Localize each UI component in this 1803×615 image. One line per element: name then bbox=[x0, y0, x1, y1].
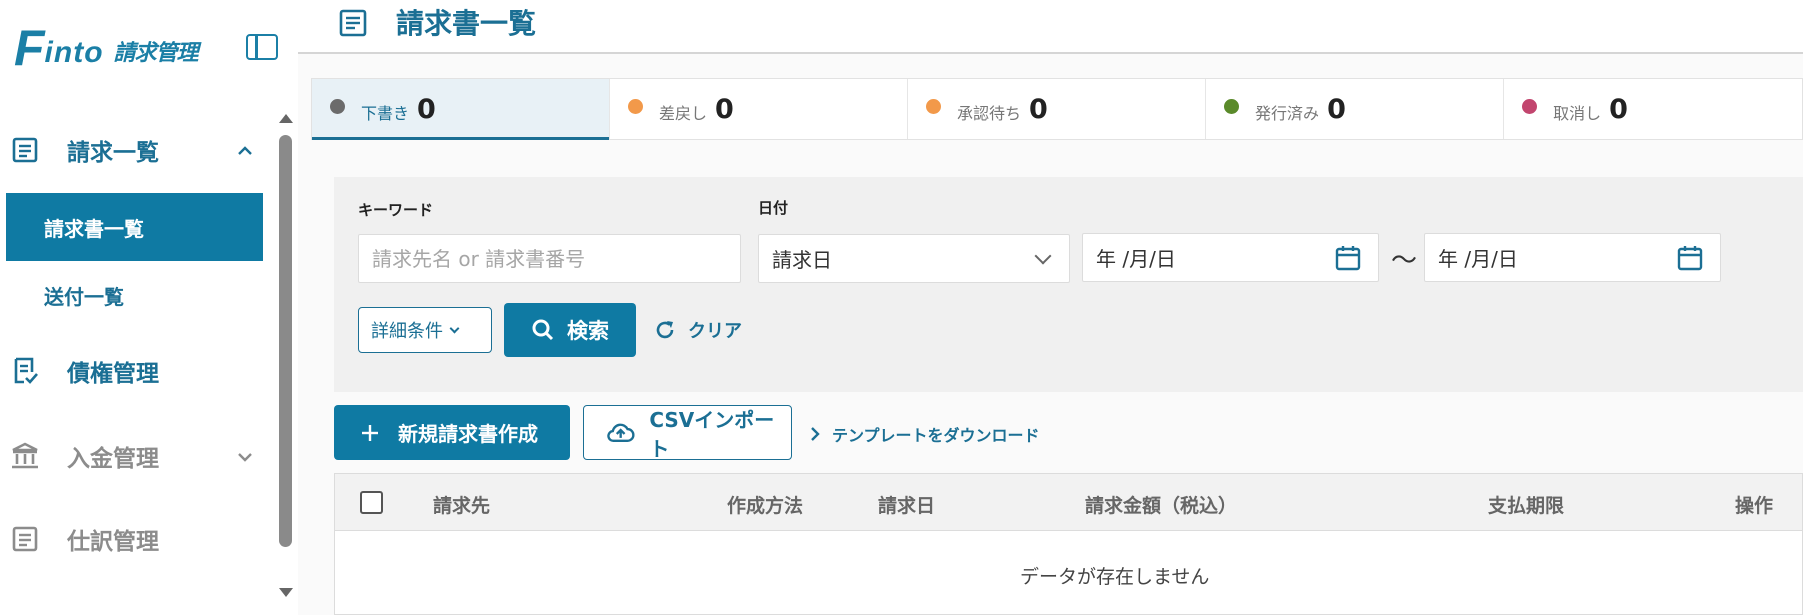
date-type-select[interactable]: 請求日 bbox=[758, 234, 1070, 283]
date-from-field[interactable]: 年 /月/日 bbox=[1082, 233, 1379, 282]
status-tab-cancelled[interactable]: 取消し 0 bbox=[1504, 79, 1802, 139]
status-count: 0 bbox=[1609, 93, 1628, 125]
chevron-up-icon[interactable] bbox=[238, 143, 252, 157]
document-list-icon bbox=[338, 8, 368, 38]
calendar-icon[interactable] bbox=[1676, 244, 1704, 272]
search-button[interactable]: 検索 bbox=[504, 303, 636, 357]
receivable-check-icon bbox=[10, 356, 40, 386]
empty-state-message: データが存在しません bbox=[1020, 566, 1210, 588]
status-tab-issued[interactable]: 発行済み 0 bbox=[1206, 79, 1505, 139]
date-to-placeholder: 年 /月/日 bbox=[1438, 247, 1518, 271]
select-all-checkbox[interactable] bbox=[360, 491, 383, 514]
status-dot bbox=[330, 98, 345, 114]
search-icon bbox=[532, 319, 554, 341]
search-button-label: 検索 bbox=[567, 319, 609, 343]
sidebar-toggle-icon[interactable] bbox=[246, 34, 278, 60]
invoice-table: 請求先 作成方法 請求日 請求金額（税込） 支払期限 操作 データが存在しません bbox=[334, 473, 1803, 615]
status-tabs: 下書き 0 差戻し 0 承認待ち 0 発行済み 0 取消し 0 bbox=[311, 78, 1803, 140]
logo-brand-first: F bbox=[14, 20, 45, 76]
clear-button[interactable]: クリア bbox=[654, 317, 742, 343]
status-label: 承認待ち bbox=[957, 104, 1022, 123]
page-title: 請求書一覧 bbox=[396, 7, 537, 40]
main-content: 請求書一覧 下書き 0 差戻し 0 承認待ち 0 発行済み 0 取消し 0 キー… bbox=[298, 0, 1803, 615]
status-label: 下書き bbox=[361, 104, 410, 123]
status-dot bbox=[628, 98, 644, 114]
range-separator: 〜 bbox=[1391, 246, 1418, 276]
sidebar-scrollbar[interactable] bbox=[278, 110, 294, 615]
chevron-down-icon[interactable] bbox=[238, 449, 252, 463]
detail-conditions-button[interactable]: 詳細条件 bbox=[358, 307, 492, 353]
nav-item-journal[interactable]: 仕訳管理 bbox=[0, 514, 263, 564]
nav-item-receivables[interactable]: 債権管理 bbox=[0, 346, 263, 396]
nav-item-label: 債権管理 bbox=[67, 361, 159, 387]
status-count: 0 bbox=[1029, 93, 1048, 125]
calendar-icon[interactable] bbox=[1334, 244, 1362, 272]
detail-conditions-label: 詳細条件 bbox=[371, 321, 443, 342]
column-header-customer[interactable]: 請求先 bbox=[433, 491, 490, 518]
bank-icon bbox=[10, 441, 40, 471]
chevron-down-icon bbox=[449, 323, 460, 333]
nav-item-label: 仕訳管理 bbox=[67, 529, 159, 555]
page-header: 請求書一覧 bbox=[298, 0, 1803, 54]
sub-item-sent-list[interactable]: 送付一覧 bbox=[6, 261, 263, 329]
date-from-placeholder: 年 /月/日 bbox=[1096, 247, 1176, 271]
template-download-label: テンプレートをダウンロード bbox=[832, 426, 1040, 445]
chevron-down-icon bbox=[1034, 247, 1052, 265]
status-dot bbox=[926, 98, 942, 114]
date-label: 日付 bbox=[758, 199, 789, 217]
column-header-creation-method[interactable]: 作成方法 bbox=[727, 491, 803, 518]
status-count: 0 bbox=[1327, 93, 1346, 125]
table-header: 請求先 作成方法 請求日 請求金額（税込） 支払期限 操作 bbox=[335, 474, 1802, 531]
status-tab-draft[interactable]: 下書き 0 bbox=[312, 79, 611, 140]
column-header-invoice-date[interactable]: 請求日 bbox=[878, 491, 935, 518]
status-label: 取消し bbox=[1553, 104, 1602, 123]
column-header-amount[interactable]: 請求金額（税込） bbox=[1085, 491, 1237, 518]
status-tab-returned[interactable]: 差戻し 0 bbox=[610, 79, 909, 139]
column-header-due-date[interactable]: 支払期限 bbox=[1488, 491, 1564, 518]
clear-button-label: クリア bbox=[688, 321, 742, 342]
logo-brand-rest: into bbox=[44, 36, 104, 69]
status-label: 差戻し bbox=[659, 104, 708, 123]
sub-item-invoice-list[interactable]: 請求書一覧 bbox=[6, 193, 263, 261]
status-tab-pending-approval[interactable]: 承認待ち 0 bbox=[908, 79, 1207, 139]
status-label: 発行済み bbox=[1255, 104, 1320, 123]
column-header-actions: 操作 bbox=[1735, 495, 1774, 517]
document-list-icon bbox=[10, 135, 40, 165]
journal-icon bbox=[10, 524, 40, 554]
nav-item-label: 入金管理 bbox=[67, 446, 159, 472]
plus-icon bbox=[362, 424, 378, 441]
csv-import-label: CSVインポート bbox=[649, 407, 775, 461]
sidebar: F into 請求管理 請求一覧 請求書一覧 送付一覧 債権管理 入金管理 仕訳… bbox=[0, 0, 293, 615]
scroll-down-arrow-icon[interactable] bbox=[279, 588, 293, 597]
nav-item-label: 請求一覧 bbox=[67, 140, 159, 166]
chevron-right-icon bbox=[811, 427, 820, 441]
new-invoice-button[interactable]: 新規請求書作成 bbox=[334, 405, 570, 460]
scroll-up-arrow-icon[interactable] bbox=[279, 114, 293, 123]
cloud-upload-icon bbox=[607, 423, 635, 442]
csv-import-button[interactable]: CSVインポート bbox=[583, 405, 792, 461]
status-dot bbox=[1224, 98, 1240, 114]
new-invoice-label: 新規請求書作成 bbox=[398, 422, 538, 446]
filter-panel: キーワード 日付 請求日 年 /月/日 〜 年 /月/日 詳細条件 bbox=[334, 177, 1803, 392]
keyword-input[interactable] bbox=[372, 246, 740, 271]
nav-item-invoices[interactable]: 請求一覧 bbox=[0, 125, 263, 175]
app-logo[interactable]: F into 請求管理 bbox=[14, 20, 199, 76]
status-dot bbox=[1522, 98, 1538, 114]
scroll-thumb[interactable] bbox=[279, 135, 292, 547]
refresh-icon bbox=[656, 321, 674, 339]
nav-item-payments[interactable]: 入金管理 bbox=[0, 431, 263, 481]
date-type-value: 請求日 bbox=[772, 248, 832, 272]
status-count: 0 bbox=[417, 93, 436, 125]
status-count: 0 bbox=[715, 93, 734, 125]
date-to-field[interactable]: 年 /月/日 bbox=[1424, 233, 1721, 282]
logo-product-name: 請求管理 bbox=[113, 41, 199, 66]
keyword-field[interactable] bbox=[358, 234, 741, 283]
keyword-label: キーワード bbox=[358, 201, 434, 219]
template-download-link[interactable]: テンプレートをダウンロード bbox=[810, 422, 1040, 446]
